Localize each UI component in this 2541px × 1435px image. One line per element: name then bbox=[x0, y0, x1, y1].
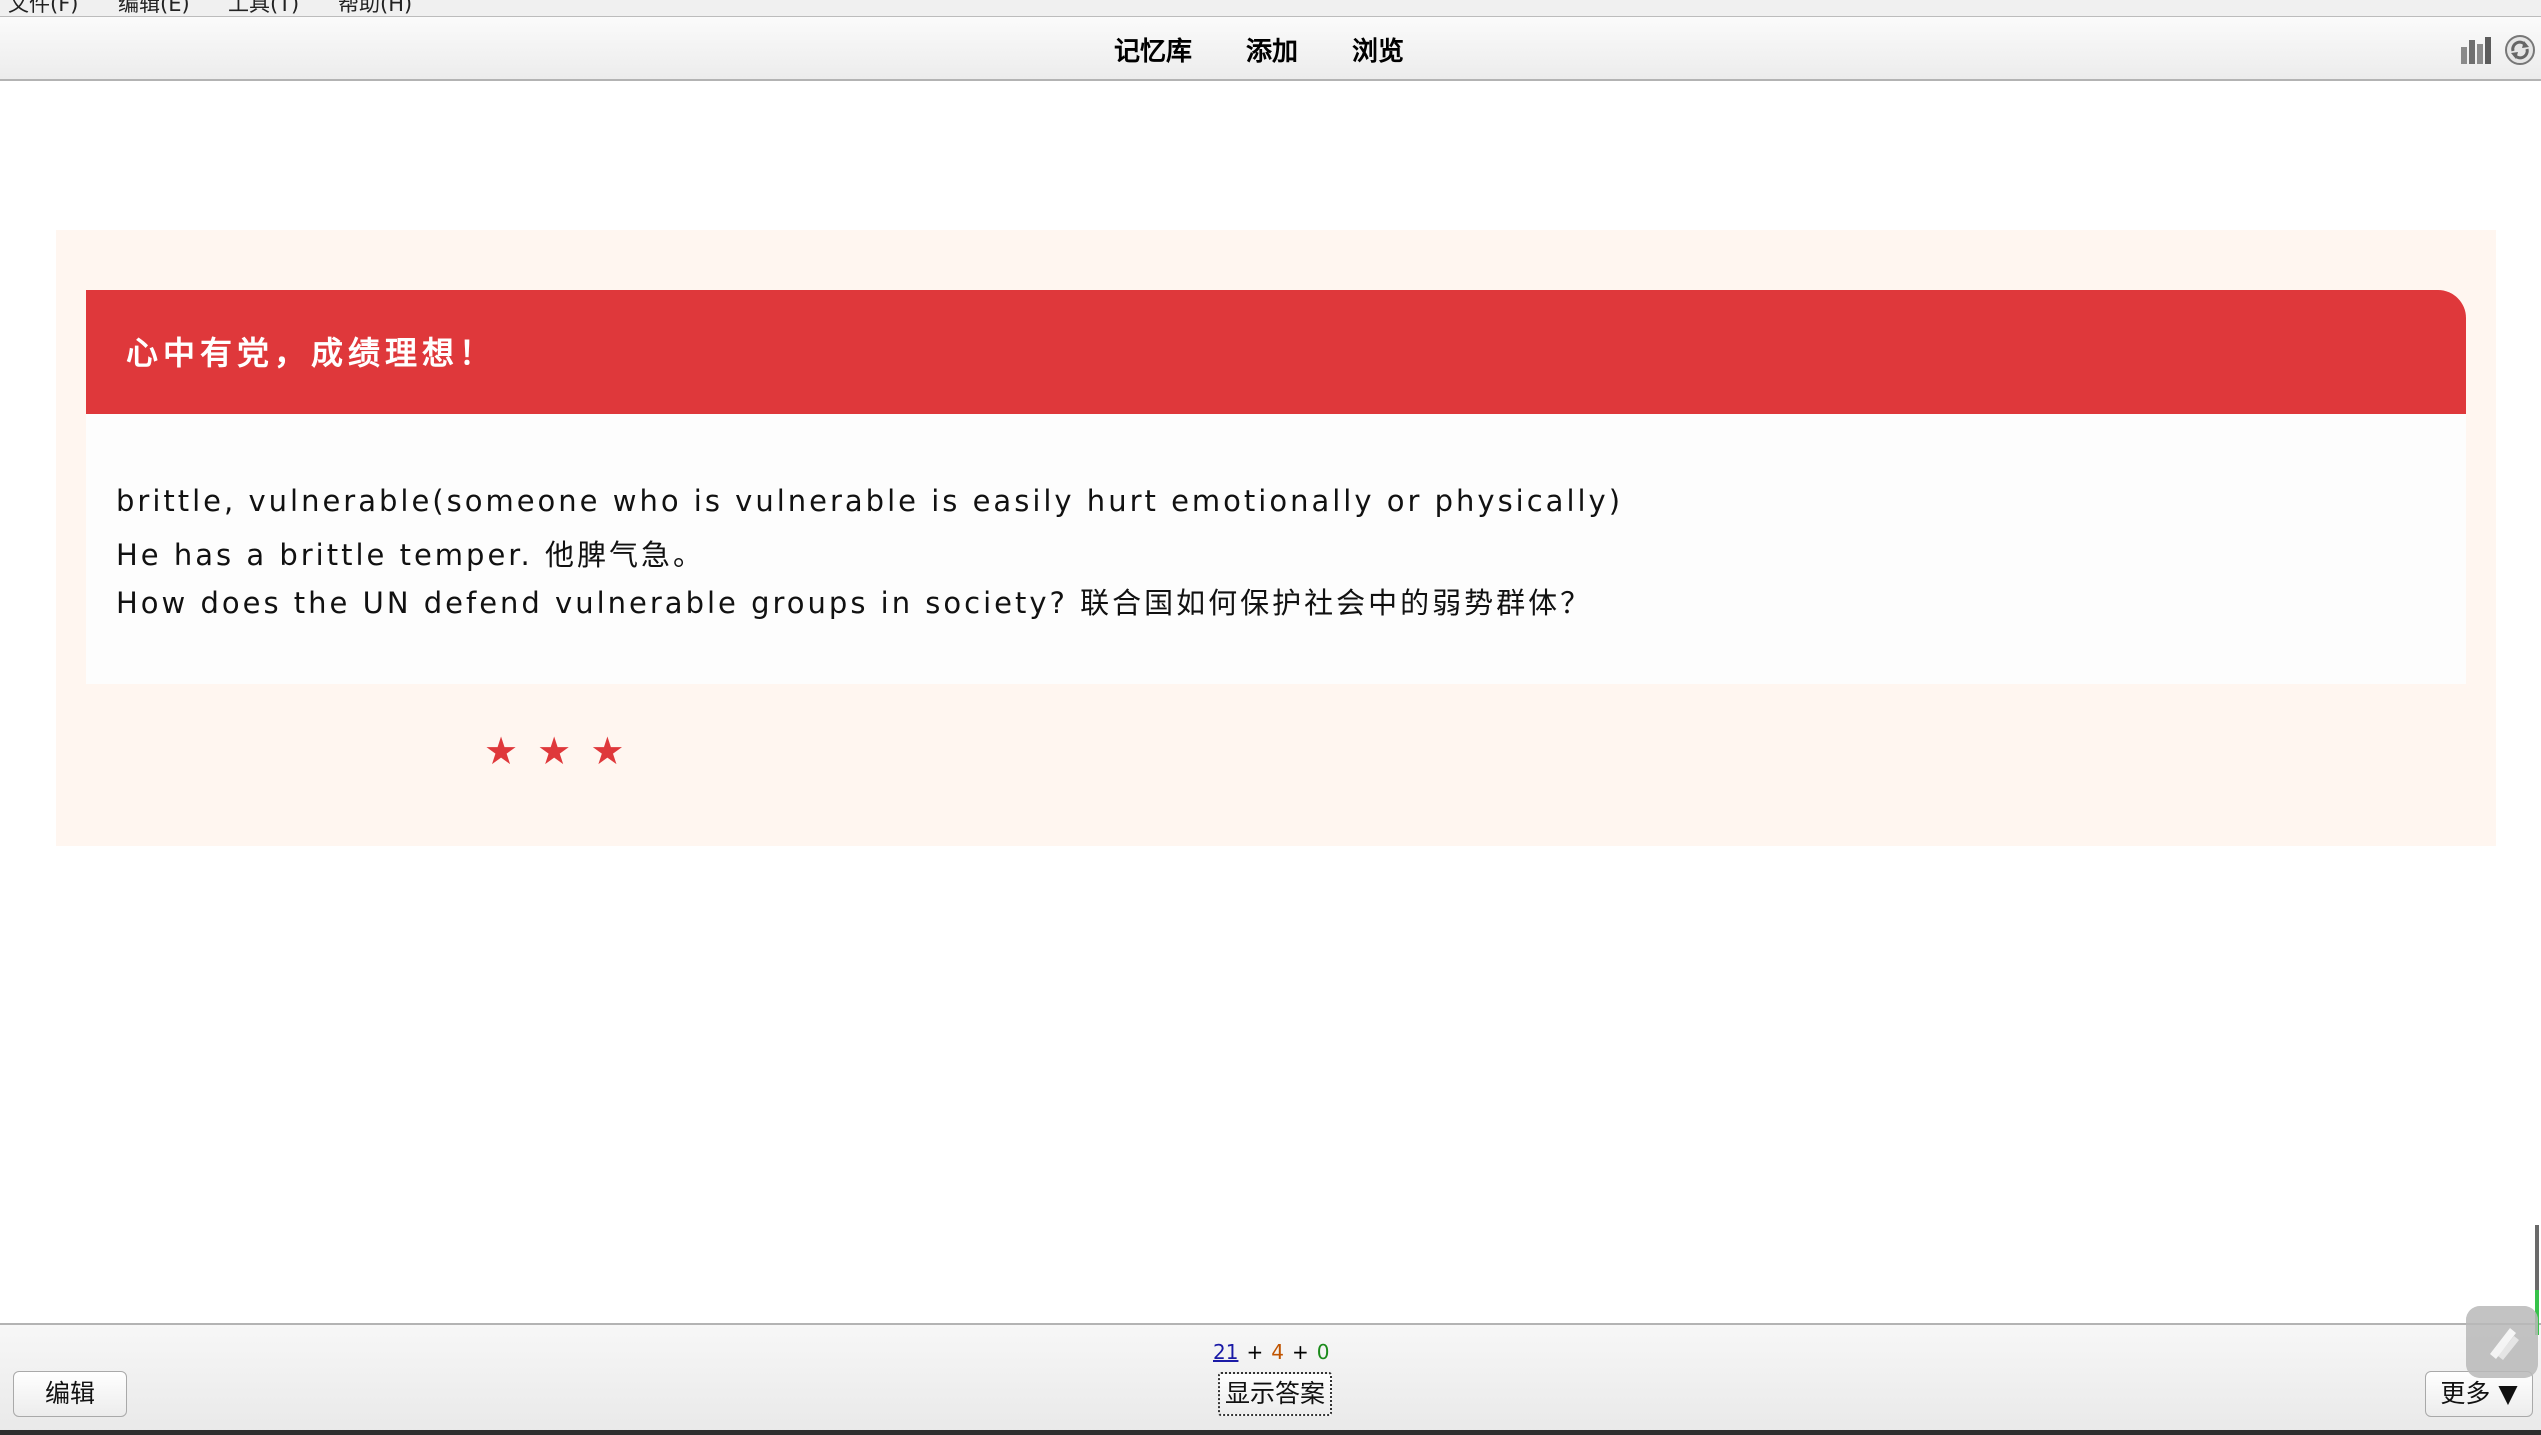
count-separator: + bbox=[1246, 1340, 1264, 1364]
browse-link[interactable]: 浏览 bbox=[1352, 31, 1404, 68]
star-icon: ★ bbox=[484, 729, 519, 773]
count-separator: + bbox=[1291, 1340, 1309, 1364]
new-count[interactable]: 21 bbox=[1213, 1340, 1238, 1364]
card-content: brittle, vulnerable(someone who is vulne… bbox=[86, 414, 2466, 684]
card-example-line: He has a brittle temper. 他脾气急。 bbox=[116, 538, 705, 572]
card-definition-line: brittle, vulnerable(someone who is vulne… bbox=[116, 484, 1624, 518]
bottom-bar: 编辑 21 +4 +0 显示答案 更多 ▼ bbox=[0, 1323, 2541, 1432]
bar-chart-icon[interactable] bbox=[2460, 35, 2492, 65]
add-link[interactable]: 添加 bbox=[1246, 31, 1298, 68]
card-header-title: 心中有党，成绩理想！ bbox=[126, 334, 497, 372]
edit-button[interactable]: 编辑 bbox=[13, 1371, 127, 1417]
sync-icon[interactable] bbox=[2504, 34, 2536, 66]
star-rating: ★ ★ ★ bbox=[484, 726, 638, 776]
window-bottom-edge bbox=[0, 1430, 2541, 1435]
star-icon: ★ bbox=[590, 729, 625, 773]
card-example-line: How does the UN defend vulnerable groups… bbox=[116, 586, 1593, 620]
floating-assistant-icon[interactable] bbox=[2466, 1306, 2538, 1378]
top-toolbar: 记忆库 添加 浏览 bbox=[0, 17, 2541, 81]
learning-count: 4 bbox=[1271, 1340, 1284, 1364]
card-header: 心中有党，成绩理想！ bbox=[86, 290, 2466, 414]
menu-bar: 文件(F) 编辑(E) 工具(T) 帮助(H) bbox=[0, 0, 2541, 17]
star-icon: ★ bbox=[537, 729, 572, 773]
menu-file[interactable]: 文件(F) bbox=[8, 0, 78, 16]
due-counts: 21 +4 +0 bbox=[1213, 1340, 1329, 1364]
menu-tools[interactable]: 工具(T) bbox=[228, 0, 299, 16]
decks-link[interactable]: 记忆库 bbox=[1114, 31, 1192, 68]
review-count: 0 bbox=[1316, 1340, 1330, 1364]
menu-help[interactable]: 帮助(H) bbox=[338, 0, 412, 16]
menu-edit[interactable]: 编辑(E) bbox=[118, 0, 190, 16]
show-answer-button[interactable]: 显示答案 bbox=[1218, 1372, 1332, 1416]
reviewer-window: 文件(F) 编辑(E) 工具(T) 帮助(H) 记忆库 添加 浏览 心中有党，成… bbox=[0, 0, 2541, 1435]
